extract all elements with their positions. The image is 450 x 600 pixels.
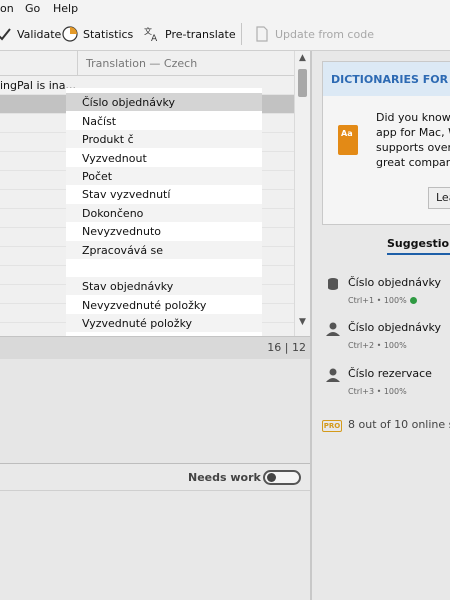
statistics-button[interactable]: Statistics bbox=[62, 25, 133, 43]
toggle-knob bbox=[267, 473, 276, 482]
translation-cell[interactable]: Vyzvednout bbox=[66, 149, 262, 167]
scroll-down-icon[interactable]: ▼ bbox=[299, 317, 306, 327]
scroll-up-icon[interactable]: ▲ bbox=[299, 53, 306, 63]
pretranslate-label: Pre-translate bbox=[165, 27, 236, 41]
svg-text:A: A bbox=[151, 34, 158, 42]
dictionaries-promo: DICTIONARIES FOR MA Aa Did you know app … bbox=[322, 61, 450, 225]
string-counter: 16 | 12 bbox=[267, 341, 306, 354]
statistics-label: Statistics bbox=[83, 27, 134, 41]
database-icon bbox=[326, 277, 340, 291]
pro-badge: PRO bbox=[322, 420, 342, 432]
toolbar-divider bbox=[241, 23, 242, 45]
translation-cell[interactable]: Číslo objednávky bbox=[66, 93, 262, 111]
grid-status-bar: 16 | 12 bbox=[0, 336, 310, 360]
translation-cell[interactable]: Dokončeno bbox=[66, 204, 262, 222]
online-suggestions-text: 8 out of 10 online su bbox=[348, 418, 450, 431]
person-icon bbox=[326, 322, 340, 336]
validate-button[interactable]: Validate bbox=[0, 25, 61, 43]
person-icon bbox=[326, 368, 340, 382]
source-text-panel bbox=[0, 359, 310, 464]
learn-more-button[interactable]: Lea bbox=[428, 187, 450, 209]
suggestions-tab[interactable]: Suggestions bbox=[387, 237, 450, 250]
toolbar: Validate Statistics 文A Pre-translate Upd… bbox=[0, 18, 450, 51]
translation-editor[interactable] bbox=[0, 491, 310, 600]
pretranslate-button[interactable]: 文A Pre-translate bbox=[144, 25, 236, 44]
column-divider[interactable] bbox=[77, 51, 78, 75]
translation-cell[interactable]: Zpracovává se bbox=[66, 241, 262, 259]
grid-header: Translation — Czech bbox=[0, 51, 294, 76]
match-ok-icon bbox=[409, 297, 417, 304]
translate-icon: 文A bbox=[144, 26, 160, 44]
menu-item-help[interactable]: Help bbox=[53, 2, 78, 15]
translation-cell[interactable]: Nevyzvednuto bbox=[66, 222, 262, 240]
translation-highlight: Číslo objednávky Načíst Produkt č Vyzved… bbox=[66, 88, 262, 336]
translation-cell[interactable]: Nevyzvednuté položky bbox=[66, 296, 262, 314]
translation-cell[interactable]: Počet bbox=[66, 167, 262, 185]
translation-cell[interactable]: Načíst bbox=[66, 112, 262, 130]
translation-cell[interactable]: Vyzvednuté položky bbox=[66, 314, 262, 332]
sidebar-panel: DICTIONARIES FOR MA Aa Did you know app … bbox=[312, 51, 450, 600]
menu-item-go[interactable]: Go bbox=[25, 2, 40, 15]
grid-scrollbar[interactable]: ▲ ▼ bbox=[294, 51, 311, 336]
needs-work-toggle[interactable] bbox=[263, 470, 301, 485]
promo-header: DICTIONARIES FOR MA bbox=[323, 62, 450, 96]
update-from-code-button[interactable]: Update from code bbox=[254, 25, 374, 43]
source-cell: ingPal is ina... bbox=[0, 79, 76, 92]
promo-text: Did you know app for Mac, W supports ove… bbox=[376, 111, 450, 169]
validate-label: Validate bbox=[17, 27, 62, 41]
translation-column-header[interactable]: Translation — Czech bbox=[86, 57, 197, 70]
suggestions-tab-underline bbox=[387, 253, 450, 255]
checkmark-icon bbox=[0, 26, 12, 42]
scrollbar-thumb[interactable] bbox=[298, 69, 307, 97]
translation-cell[interactable]: Stav vyzvednutí bbox=[66, 185, 262, 203]
menu-item-session[interactable]: on bbox=[0, 2, 14, 15]
update-from-code-label: Update from code bbox=[275, 27, 374, 41]
needs-work-label: Needs work bbox=[188, 471, 261, 484]
dictionary-app-icon: Aa bbox=[338, 125, 358, 155]
translation-cell[interactable]: Produkt č bbox=[66, 130, 262, 148]
translation-cell[interactable] bbox=[66, 259, 262, 277]
menu-bar: on Go Help bbox=[0, 0, 450, 18]
document-icon bbox=[254, 26, 270, 42]
needs-work-bar: Needs work bbox=[0, 464, 310, 491]
pie-chart-icon bbox=[62, 26, 78, 42]
promo-title: DICTIONARIES FOR MA bbox=[331, 73, 450, 86]
translation-cell[interactable]: Stav objednávky bbox=[66, 277, 262, 295]
